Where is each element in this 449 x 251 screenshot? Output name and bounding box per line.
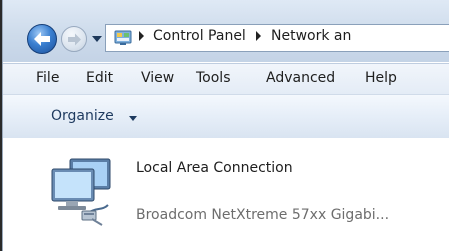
address-bar[interactable]: Control Panel Network an	[105, 24, 449, 52]
forward-button[interactable]	[61, 26, 87, 52]
connections-list: Local Area Connection Broadcom NetXtreme…	[3, 138, 449, 251]
menu-tools[interactable]: Tools	[196, 70, 231, 86]
recent-pages-dropdown[interactable]	[92, 36, 102, 42]
breadcrumb-separator[interactable]	[139, 31, 144, 41]
network-computers-icon[interactable]	[48, 155, 128, 227]
menu-advanced[interactable]: Advanced	[266, 70, 335, 86]
chevron-down-icon[interactable]	[129, 116, 137, 121]
connection-name[interactable]: Local Area Connection	[136, 160, 293, 176]
breadcrumb-control-panel[interactable]: Control Panel	[153, 28, 246, 44]
command-bar: Organize	[3, 94, 449, 139]
back-arrow-icon	[34, 32, 50, 46]
menu-help[interactable]: Help	[365, 70, 397, 86]
breadcrumb-network[interactable]: Network an	[271, 28, 351, 44]
organize-button[interactable]: Organize	[51, 108, 114, 124]
menu-view[interactable]: View	[141, 70, 174, 86]
back-button[interactable]	[27, 24, 57, 54]
forward-arrow-icon	[68, 33, 81, 46]
navigation-bar: Control Panel Network an	[3, 0, 449, 62]
menu-edit[interactable]: Edit	[86, 70, 113, 86]
menu-file[interactable]: File	[36, 70, 59, 86]
menu-bar: File Edit View Tools Advanced Help	[3, 63, 449, 94]
control-panel-icon	[114, 30, 132, 45]
connection-adapter: Broadcom NetXtreme 57xx Gigabi...	[136, 207, 390, 223]
breadcrumb-separator[interactable]	[256, 31, 261, 41]
explorer-window: Control Panel Network an File Edit View …	[0, 0, 449, 251]
